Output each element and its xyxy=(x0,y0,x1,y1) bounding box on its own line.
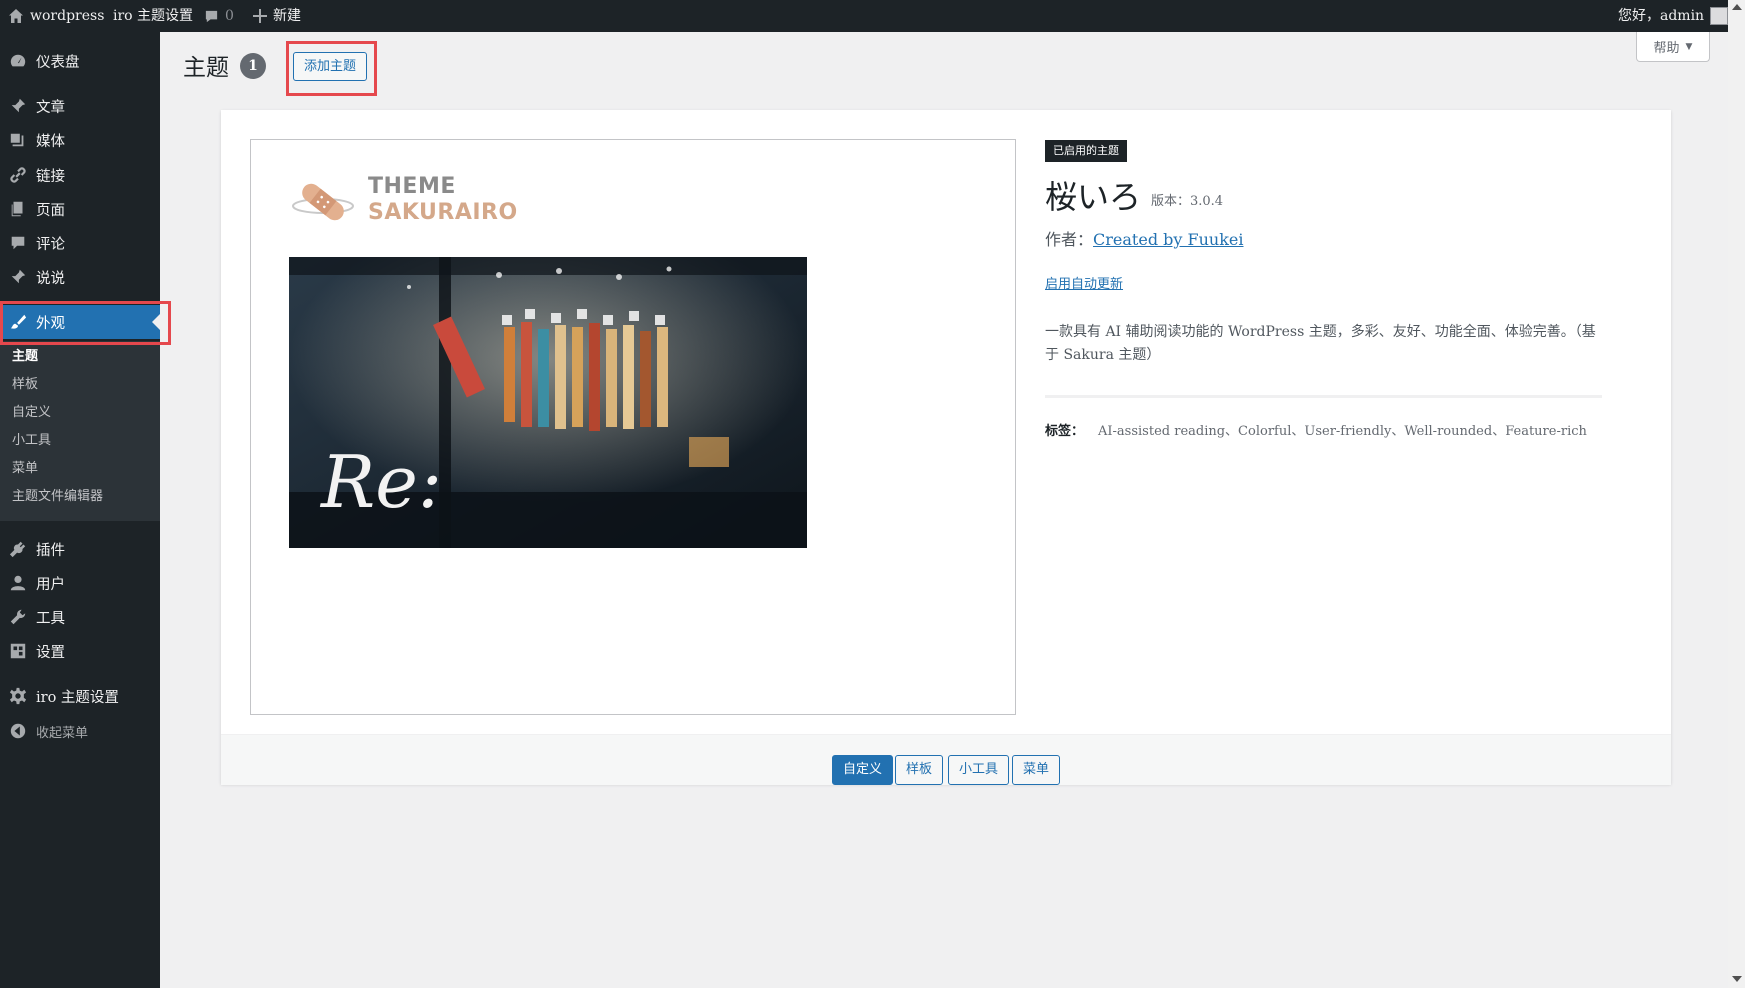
submenu-themes[interactable]: 主题 xyxy=(12,345,38,369)
theme-author: 作者：Created by Fuukei xyxy=(1045,226,1244,250)
comment-icon xyxy=(0,234,36,252)
photo-overlay-text: Re: xyxy=(319,440,442,524)
pin-icon xyxy=(0,97,36,115)
customize-button[interactable]: 自定义 xyxy=(832,755,894,785)
tags-label: 标签： xyxy=(1045,424,1085,439)
menu-settings[interactable]: 设置 xyxy=(0,634,160,668)
menu-label: 仪表盘 xyxy=(36,54,80,71)
menu-links[interactable]: 链接 xyxy=(0,158,160,192)
patterns-button[interactable]: 样板 xyxy=(895,755,944,785)
comment-count: 0 xyxy=(225,8,234,24)
comments-link[interactable]: 0 xyxy=(204,0,234,32)
link-icon xyxy=(0,166,36,184)
theme-name: 桜いろ xyxy=(1045,178,1142,216)
menu-shuoshuo[interactable]: 说说 xyxy=(0,260,160,294)
submenu-theme-file-editor[interactable]: 主题文件编辑器 xyxy=(12,485,103,509)
menu-label: iro 主题设置 xyxy=(36,689,119,706)
help-tab-button[interactable]: 帮助 ▼ xyxy=(1636,32,1710,62)
page-scrollbar[interactable] xyxy=(1728,0,1745,988)
comment-icon xyxy=(205,10,218,22)
author-link[interactable]: Created by Fuukei xyxy=(1093,230,1243,249)
menu-dashboard[interactable]: 仪表盘 xyxy=(0,44,160,78)
menu-label: 用户 xyxy=(36,576,65,593)
theme-count-badge: 1 xyxy=(240,53,266,79)
paintbrush-icon xyxy=(0,313,36,331)
dashboard-icon xyxy=(0,52,36,70)
menu-comments[interactable]: 评论 xyxy=(0,226,160,260)
theme-settings-link[interactable]: iro 主题设置 xyxy=(113,0,193,32)
menu-label: 媒体 xyxy=(36,133,65,150)
logo-text-sakurairo: SAKURAIRO xyxy=(368,200,518,225)
pin-icon xyxy=(0,268,36,286)
author-prefix: 作者： xyxy=(1045,230,1094,249)
theme-actions: 自定义 样板 小工具 菜单 xyxy=(221,734,1671,785)
menu-label: 插件 xyxy=(36,542,65,559)
menu-tools[interactable]: 工具 xyxy=(0,600,160,634)
media-icon xyxy=(0,131,36,149)
menu-appearance[interactable]: 外观 xyxy=(0,305,160,339)
help-label: 帮助 xyxy=(1653,41,1680,56)
page-title: 主题 xyxy=(183,55,229,81)
settings-icon xyxy=(0,642,36,660)
admin-bar: wordpress iro 主题设置 0 新建 您好，admin xyxy=(0,0,1745,32)
menu-label: 文章 xyxy=(36,99,65,116)
caret-down-icon: ▼ xyxy=(1685,41,1693,52)
greeting: 您好，admin xyxy=(1618,8,1705,24)
theme-screenshot[interactable]: THEME SAKURAIRO Re: xyxy=(250,139,1016,715)
scroll-down-arrow-icon[interactable] xyxy=(1732,976,1742,982)
admin-sidebar: 仪表盘 文章 媒体 链接 页面 评论 说说 外观 插件 用户 工具 设置 iro… xyxy=(0,32,160,988)
menu-plugins[interactable]: 插件 xyxy=(0,532,160,566)
theme-description: 一款具有 AI 辅助阅读功能的 WordPress 主题，多彩、友好、功能全面、… xyxy=(1045,324,1596,363)
menus-button[interactable]: 菜单 xyxy=(1012,755,1061,785)
theme-tags: 标签： AI-assisted reading、Colorful、User-fri… xyxy=(1045,420,1587,439)
appearance-submenu: 主题 样板 自定义 小工具 菜单 主题文件编辑器 xyxy=(0,341,160,521)
home-icon xyxy=(9,9,23,23)
menu-pages[interactable]: 页面 xyxy=(0,192,160,226)
menu-label: 设置 xyxy=(36,644,65,661)
tags-list: AI-assisted reading、Colorful、User-friend… xyxy=(1098,424,1587,439)
scroll-up-arrow-icon[interactable] xyxy=(1732,4,1742,10)
menu-label: 说说 xyxy=(36,270,65,287)
logo-text-theme: THEME xyxy=(368,174,456,199)
bandage-logo-icon xyxy=(292,183,354,221)
theme-preview-photo: Re: xyxy=(289,257,807,548)
menu-label: 收起菜单 xyxy=(36,725,89,741)
divider xyxy=(1045,395,1602,398)
menu-users[interactable]: 用户 xyxy=(0,566,160,600)
gear-icon xyxy=(0,687,36,705)
site-name: wordpress xyxy=(30,8,105,24)
active-theme-badge: 已启用的主题 xyxy=(1045,140,1127,162)
collapse-icon xyxy=(0,722,36,740)
theme-version: 版本：3.0.4 xyxy=(1151,194,1224,209)
wrench-icon xyxy=(0,608,36,626)
menu-label: 页面 xyxy=(36,202,65,219)
menu-label: 工具 xyxy=(36,610,65,627)
new-label: 新建 xyxy=(273,8,301,24)
new-content-link[interactable]: 新建 xyxy=(253,0,301,32)
account-menu[interactable]: 您好，admin xyxy=(1618,0,1729,32)
active-theme-card: THEME SAKURAIRO Re: 已启用的主题 桜いろ 版本：3.0.4 … xyxy=(221,110,1671,785)
plus-icon xyxy=(253,9,267,23)
user-icon xyxy=(0,574,36,592)
add-theme-button[interactable]: 添加主题 xyxy=(293,52,368,81)
theme-settings-label: iro 主题设置 xyxy=(113,8,194,24)
menu-label: 链接 xyxy=(36,168,65,185)
submenu-widgets[interactable]: 小工具 xyxy=(12,429,51,453)
submenu-customize[interactable]: 自定义 xyxy=(12,401,51,425)
site-name-link[interactable]: wordpress xyxy=(8,0,104,32)
submenu-patterns[interactable]: 样板 xyxy=(12,373,38,397)
collapse-menu-button[interactable]: 收起菜单 xyxy=(0,714,160,748)
menu-label: 外观 xyxy=(36,315,65,332)
menu-label: 评论 xyxy=(36,236,65,253)
widgets-button[interactable]: 小工具 xyxy=(948,755,1010,785)
enable-auto-update-link[interactable]: 启用自动更新 xyxy=(1045,273,1123,292)
menu-iro-settings[interactable]: iro 主题设置 xyxy=(0,679,160,713)
menu-posts[interactable]: 文章 xyxy=(0,89,160,123)
page-icon xyxy=(0,200,36,218)
submenu-menus[interactable]: 菜单 xyxy=(12,457,38,481)
avatar xyxy=(1710,7,1729,25)
plugin-icon xyxy=(0,540,36,558)
menu-media[interactable]: 媒体 xyxy=(0,123,160,157)
